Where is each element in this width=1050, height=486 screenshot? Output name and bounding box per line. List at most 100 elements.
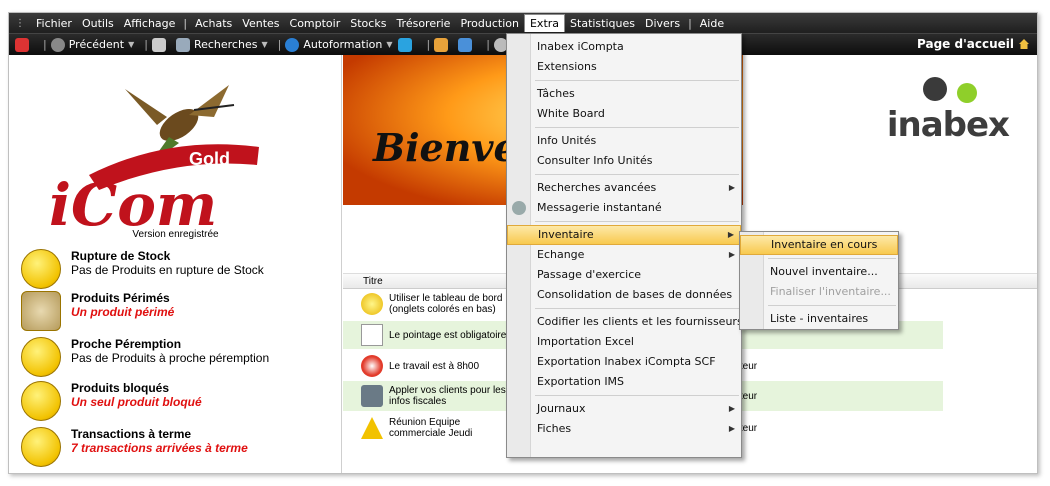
training-button[interactable]: Autoformation ▼ xyxy=(285,37,392,52)
alert-subtitle: Un seul produit bloqué xyxy=(71,395,202,409)
menu-item-extensions[interactable]: Extensions xyxy=(507,57,741,77)
menu-item-finaliser-inventaire[interactable]: Finaliser l'inventaire... xyxy=(740,282,898,302)
menu-item-inabex-icompta[interactable]: Inabex iCompta xyxy=(507,37,741,57)
menu-item-inventaire[interactable]: Inventaire ▶ xyxy=(507,225,741,245)
grid-button[interactable] xyxy=(458,37,476,52)
menu-statistiques[interactable]: Statistiques xyxy=(565,15,640,32)
menu-outils[interactable]: Outils xyxy=(77,15,119,32)
menu-item-inventaire-en-cours[interactable]: Inventaire en cours xyxy=(740,235,898,255)
row-title: Le travail est à 8h00 xyxy=(389,360,480,372)
menu-item-codifier[interactable]: Codifier les clients et les fournisseurs xyxy=(507,312,743,332)
menu-ventes[interactable]: Ventes xyxy=(237,15,284,32)
menu-extra[interactable]: Extra xyxy=(523,14,566,32)
menu-item-recherches-avancees[interactable]: Recherches avancées ▶ xyxy=(507,178,741,198)
submenu-arrow-icon: ▶ xyxy=(728,250,735,259)
menu-item-liste-inventaires[interactable]: Liste - inventaires xyxy=(740,309,898,329)
menu-separator: | xyxy=(688,16,692,30)
extra-menu: Inabex iCompta Extensions Tâches White B… xyxy=(506,33,743,458)
submenu-arrow-icon: ▶ xyxy=(727,230,734,239)
back-arrow-icon xyxy=(50,37,65,52)
alarm-clock-icon xyxy=(361,355,383,377)
menu-aide[interactable]: Aide xyxy=(695,15,729,32)
search-label: Recherches xyxy=(193,38,258,51)
search-icon xyxy=(175,37,190,52)
left-panel: Gold iCom Version enregistrée Rupture de… xyxy=(9,55,342,473)
globe-icon xyxy=(285,37,300,52)
menu-item-journaux[interactable]: Journaux ▶ xyxy=(507,399,741,419)
document-icon xyxy=(151,37,166,52)
menu-divider xyxy=(535,80,739,81)
menu-item-echange[interactable]: Echange ▶ xyxy=(507,245,741,265)
alert-rupture[interactable]: Rupture de Stock Pas de Produits en ruptu… xyxy=(21,249,264,289)
filter-icon xyxy=(434,37,449,52)
menu-comptoir[interactable]: Comptoir xyxy=(285,15,346,32)
menu-separator: | xyxy=(183,16,188,30)
previous-button[interactable]: Précédent ▼ xyxy=(50,37,134,52)
messenger-icon xyxy=(512,201,526,215)
alert-subtitle: Pas de Produits à proche péremption xyxy=(71,351,270,365)
menu-item-exportation-ims[interactable]: Exportation IMS xyxy=(507,372,741,392)
search-button[interactable]: Recherches ▼ xyxy=(175,37,268,52)
alert-title: Produits Périmés xyxy=(71,291,170,305)
home-icon xyxy=(1019,39,1029,49)
smiley-icon xyxy=(21,381,61,421)
training-label: Autoformation xyxy=(303,38,383,51)
alert-bloques[interactable]: Produits bloqués Un seul produit bloqué xyxy=(21,381,202,421)
home-link[interactable]: Page d'accueil xyxy=(917,37,1029,51)
icom-gold-logo: Gold iCom xyxy=(49,85,259,235)
menu-divider xyxy=(535,127,739,128)
brand-dot-icon xyxy=(923,77,947,101)
row-title: Le pointage est obligatoire xyxy=(389,329,507,341)
brand-dot-icon xyxy=(957,83,977,103)
smiley-icon xyxy=(21,249,61,289)
menu-item-messagerie[interactable]: Messagerie instantané xyxy=(507,198,741,218)
menu-item-passage-exercice[interactable]: Passage d'exercice xyxy=(507,265,741,285)
menu-fichier[interactable]: Fichier xyxy=(31,15,77,32)
menu-item-fiches[interactable]: Fiches ▶ xyxy=(507,419,741,439)
menu-stocks[interactable]: Stocks xyxy=(345,15,391,32)
alert-perimes[interactable]: Produits Périmés Un produit périmé xyxy=(21,291,174,331)
menu-item-nouvel-inventaire[interactable]: Nouvel inventaire... xyxy=(740,262,898,282)
row-title: Réunion Equipe commerciale Jeudi xyxy=(389,417,473,439)
menu-item-info-unites[interactable]: Info Unités xyxy=(507,131,741,151)
exit-icon xyxy=(15,37,29,52)
grip-icon: ⋮ xyxy=(15,17,25,29)
alert-subtitle: Un produit périmé xyxy=(71,305,175,319)
alert-peremption[interactable]: Proche Péremption Pas de Produits à proch… xyxy=(21,337,269,377)
chevron-down-icon[interactable]: ▼ xyxy=(128,40,134,49)
menu-item-taches[interactable]: Tâches xyxy=(507,84,741,104)
submenu-arrow-icon: ▶ xyxy=(728,404,735,413)
menu-achats[interactable]: Achats xyxy=(190,15,237,32)
menu-item-consulter-info-unites[interactable]: Consulter Info Unités xyxy=(507,151,741,171)
grid-icon xyxy=(458,37,473,52)
alert-subtitle: 7 transactions arrivées à terme xyxy=(71,441,248,455)
expired-box-icon xyxy=(21,291,61,331)
menu-item-white-board[interactable]: White Board xyxy=(507,104,741,124)
menu-item-consolidation[interactable]: Consolidation de bases de données xyxy=(507,285,741,305)
exit-button[interactable] xyxy=(15,37,33,52)
chevron-down-icon[interactable]: ▼ xyxy=(261,40,267,49)
tool-button[interactable] xyxy=(398,37,416,52)
app-window: ⋮ Fichier Outils Affichage | Achats Vent… xyxy=(8,12,1038,474)
submenu-arrow-icon: ▶ xyxy=(728,183,735,192)
menu-divider xyxy=(535,174,739,175)
menu-divider xyxy=(535,221,739,222)
submenu-arrow-icon: ▶ xyxy=(728,424,735,433)
alert-transactions[interactable]: Transactions à terme 7 transactions arriv… xyxy=(21,427,248,467)
inventaire-submenu: Inventaire en cours Nouvel inventaire...… xyxy=(739,231,899,330)
filter-button[interactable] xyxy=(434,37,452,52)
menu-item-exportation-icompta-scf[interactable]: Exportation Inabex iCompta SCF xyxy=(507,352,741,372)
menu-divider xyxy=(535,395,739,396)
chevron-down-icon[interactable]: ▼ xyxy=(386,40,392,49)
menu-divider xyxy=(535,308,739,309)
logo-badge: Gold xyxy=(189,149,230,169)
menu-tresorerie[interactable]: Trésorerie xyxy=(391,15,455,32)
menu-divers[interactable]: Divers xyxy=(640,15,685,32)
menu-item-importation-excel[interactable]: Importation Excel xyxy=(507,332,741,352)
menu-affichage[interactable]: Affichage xyxy=(119,15,181,32)
phone-icon xyxy=(361,385,383,407)
document-button[interactable] xyxy=(151,37,170,52)
welcome-text: Bienve xyxy=(373,125,518,170)
menu-production[interactable]: Production xyxy=(455,15,524,32)
home-label: Page d'accueil xyxy=(917,37,1014,51)
